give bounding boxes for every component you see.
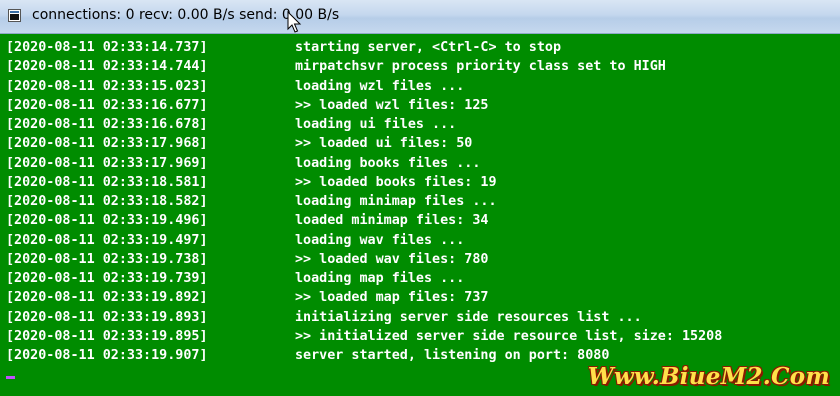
log-message: loading map files ... — [295, 271, 465, 286]
log-message: loading books files ... — [295, 155, 481, 171]
log-timestamp: [2020-08-11 02:33:19.892] — [6, 290, 208, 306]
log-timestamp: [2020-08-11 02:33:18.582] — [6, 194, 208, 209]
log-message: mirpatchsvr process priority class set t… — [295, 59, 666, 75]
log-timestamp: [2020-08-11 02:33:19.497] — [6, 232, 208, 248]
log-message: starting server, <Ctrl-C> to stop — [295, 40, 562, 55]
log-message: server started, listening on port: 8080 — [295, 348, 610, 363]
log-timestamp: [2020-08-11 02:33:17.969] — [6, 155, 208, 171]
log-message: loaded minimap files: 34 — [295, 213, 489, 229]
text-cursor — [6, 376, 15, 379]
log-message: >> initialized server side resource list… — [295, 328, 723, 344]
site-watermark: Www.BiueM2.Com — [587, 363, 830, 390]
log-message: >> loaded map files: 737 — [295, 290, 489, 306]
log-message: loading wzl files ... — [295, 78, 465, 94]
log-timestamp: [2020-08-11 02:33:19.738] — [6, 251, 208, 267]
log-message: >> loaded wzl files: 125 — [295, 97, 489, 113]
log-timestamp: [2020-08-11 02:33:19.893] — [6, 309, 208, 325]
console-output[interactable]: [2020-08-11 02:33:14.737] starting server… — [0, 34, 840, 396]
log-timestamp: [2020-08-11 02:33:14.744] — [6, 59, 208, 75]
log-timestamp: [2020-08-11 02:33:17.968] — [6, 136, 208, 152]
console-window-icon[interactable] — [8, 9, 21, 22]
log-message: loading ui files ... — [295, 117, 457, 132]
log-message: >> loaded books files: 19 — [295, 174, 497, 190]
log-message: loading wav files ... — [295, 232, 465, 248]
log-timestamp: [2020-08-11 02:33:16.677] — [6, 97, 208, 113]
window-title-bar[interactable]: connections: 0 recv: 0.00 B/s send: 0.00… — [0, 0, 840, 34]
log-timestamp: [2020-08-11 02:33:16.678] — [6, 117, 208, 132]
log-message: initializing server side resources list … — [295, 309, 642, 325]
log-timestamp: [2020-08-11 02:33:19.895] — [6, 328, 208, 344]
log-message: loading minimap files ... — [295, 194, 497, 209]
log-message: >> loaded ui files: 50 — [295, 136, 473, 152]
log-timestamp: [2020-08-11 02:33:14.737] — [6, 40, 208, 55]
log-timestamp: [2020-08-11 02:33:19.907] — [6, 348, 208, 363]
log-message: >> loaded wav files: 780 — [295, 251, 489, 267]
log-timestamp: [2020-08-11 02:33:19.496] — [6, 213, 208, 229]
log-timestamp: [2020-08-11 02:33:15.023] — [6, 78, 208, 94]
log-timestamp: [2020-08-11 02:33:19.739] — [6, 271, 208, 286]
mouse-pointer-icon — [287, 11, 302, 33]
log-timestamp: [2020-08-11 02:33:18.581] — [6, 174, 208, 190]
